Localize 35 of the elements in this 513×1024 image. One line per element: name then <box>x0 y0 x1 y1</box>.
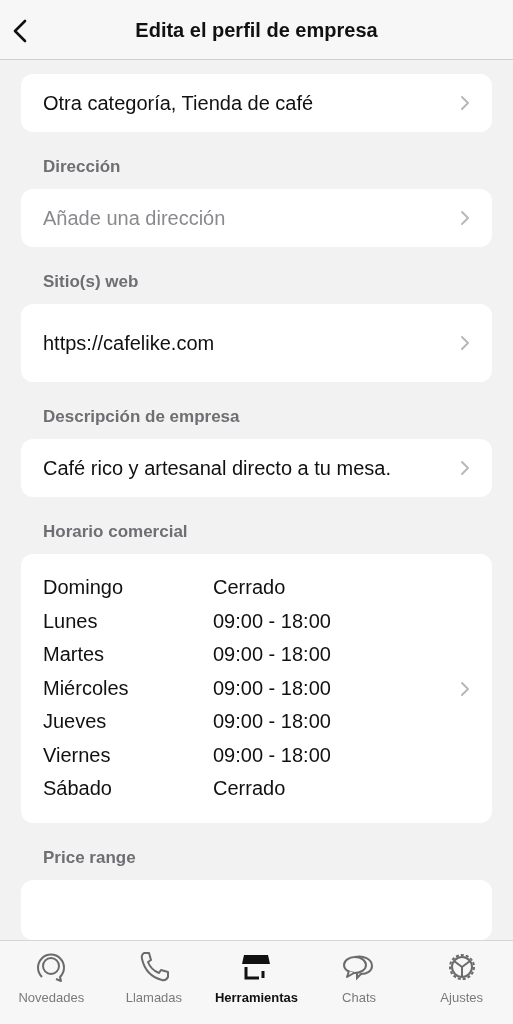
section-label: Dirección <box>43 156 122 178</box>
tab-button[interactable]: Llamadas <box>102 949 206 1024</box>
hours-value: Cerrado <box>213 575 286 601</box>
list-row[interactable]: Café rico y artesanal directo a tu mesa. <box>21 439 492 498</box>
tab-button[interactable]: Novedades <box>0 949 103 1024</box>
screen-title: Edita el perfil de empresa <box>135 17 378 43</box>
tab-button[interactable]: Ajustes <box>410 949 513 1024</box>
back-icon[interactable] <box>11 19 29 43</box>
chevron-icon <box>460 335 470 352</box>
section-label: Descripción de empresa <box>43 406 241 429</box>
list-row[interactable]: Otra categoría, Tienda de café <box>21 74 492 132</box>
hours-card[interactable]: Domingo Cerrado Lunes 09:00 - 18:00 Martes 09:00 - 18:00 Miércoles 09:00 - 18:00 Jueves 09:00 - 18:00 Viernes 09:00 - 18:00 Sábado Cerrado <box>21 554 492 823</box>
hours-value: 09:00 - 18:00 <box>213 709 331 735</box>
chevron-icon <box>460 210 470 227</box>
hours-value: Cerrado <box>213 776 286 802</box>
day-label: Jueves <box>43 709 108 735</box>
chevron-icon <box>460 460 470 477</box>
hours-value: 09:00 - 18:00 <box>213 608 331 634</box>
list-row[interactable]: https://cafelike.com <box>21 304 492 383</box>
day-label: Domingo <box>43 575 125 601</box>
chevron-icon <box>460 680 470 697</box>
hours-value: 09:00 - 18:00 <box>213 675 331 701</box>
section-label: Sitio(s) web <box>43 271 140 294</box>
hours-value: 09:00 - 18:00 <box>213 742 331 768</box>
day-label: Martes <box>43 642 106 668</box>
section-label: Horario comercial <box>43 521 189 544</box>
day-label: Lunes <box>43 608 99 634</box>
tab-button[interactable]: Herramientas <box>205 949 308 1024</box>
day-label: Sábado <box>43 776 113 802</box>
hours-value: 09:00 - 18:00 <box>213 642 331 668</box>
chevron-icon <box>460 95 470 111</box>
tab-button[interactable]: Chats <box>307 949 411 1024</box>
day-label: Miércoles <box>43 675 130 701</box>
section-label: Price range <box>43 846 137 869</box>
day-label: Viernes <box>43 742 112 768</box>
